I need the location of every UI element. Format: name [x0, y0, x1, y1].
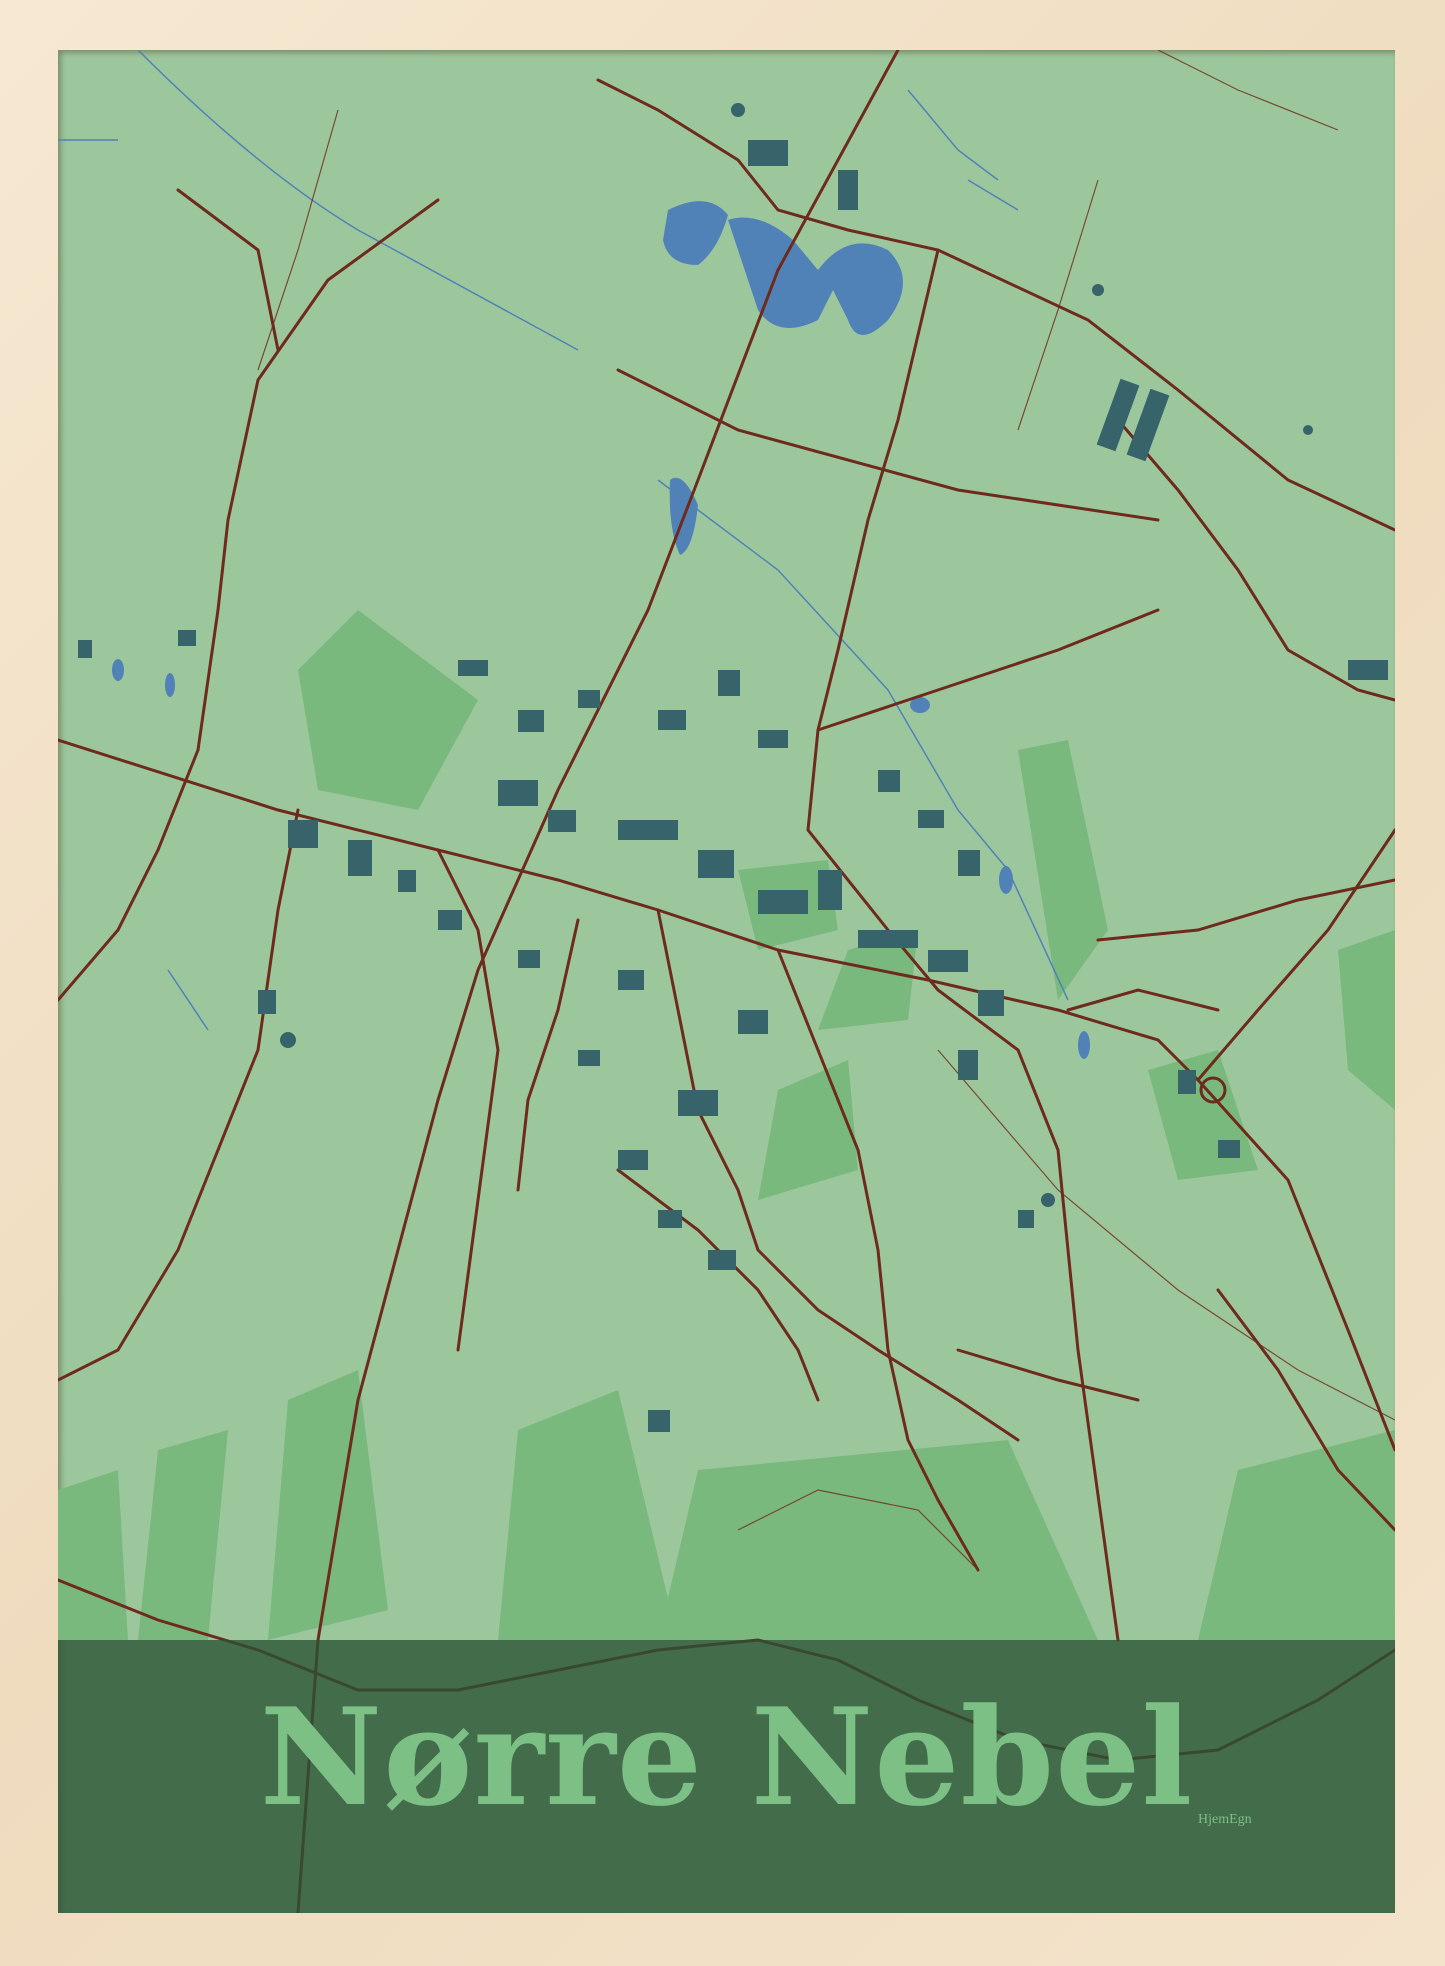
building [438, 910, 462, 930]
stream [907, 89, 999, 181]
poster-title: Nørre Nebel [259, 1678, 1194, 1836]
building [858, 930, 918, 948]
building [928, 950, 968, 972]
building [658, 1210, 682, 1228]
building [748, 140, 788, 166]
building [1178, 1070, 1196, 1094]
building [731, 103, 745, 117]
stream [657, 479, 1069, 1001]
building [398, 870, 416, 892]
building [258, 990, 276, 1014]
map-poster: Nørre Nebel HjemEgn [58, 50, 1395, 1913]
building [548, 810, 576, 832]
building [818, 870, 842, 910]
path [257, 109, 339, 371]
building [1303, 425, 1313, 435]
building [678, 1090, 718, 1116]
building [518, 950, 540, 968]
park-area [1018, 740, 1108, 1000]
wooden-frame: Nørre Nebel HjemEgn [0, 0, 1445, 1966]
building [738, 1010, 768, 1034]
road [596, 78, 1395, 532]
path [1157, 50, 1339, 131]
building [698, 850, 734, 878]
park-area [1198, 1430, 1395, 1640]
park-area [138, 1430, 228, 1640]
stream [967, 179, 1019, 211]
building [658, 710, 686, 730]
park-area [268, 1370, 388, 1640]
building [78, 640, 92, 658]
building [1041, 1193, 1055, 1207]
road [1116, 418, 1395, 702]
lake [663, 201, 728, 265]
building [498, 780, 538, 806]
park-area [1148, 1050, 1258, 1180]
building [348, 840, 372, 876]
park-area [758, 1060, 858, 1200]
road [1096, 878, 1395, 942]
building [578, 1050, 600, 1066]
building [978, 990, 1004, 1016]
building [1348, 660, 1388, 680]
pond [112, 659, 124, 681]
road [436, 50, 900, 1102]
water-bodies [112, 201, 1090, 1059]
building [578, 690, 600, 708]
road [616, 1168, 820, 1402]
building [288, 820, 318, 848]
road [176, 188, 280, 352]
road [616, 368, 1160, 522]
park-area [658, 1440, 1098, 1640]
park-areas [58, 610, 1395, 1640]
building [958, 850, 980, 876]
building [758, 730, 788, 748]
pond [999, 866, 1013, 894]
building [838, 170, 858, 210]
building [1092, 284, 1104, 296]
building [878, 770, 900, 792]
building [958, 1050, 978, 1080]
building [178, 630, 196, 646]
pond [165, 673, 175, 697]
road [956, 1348, 1140, 1402]
building [918, 810, 944, 828]
building [458, 660, 488, 676]
park-area [298, 610, 478, 810]
building [1218, 1140, 1240, 1158]
building [648, 1410, 670, 1432]
buildings [78, 103, 1388, 1432]
building [758, 890, 808, 914]
building [618, 820, 678, 840]
stream [167, 969, 209, 1031]
park-area [58, 1470, 128, 1640]
road [58, 748, 200, 1002]
map-canvas [58, 50, 1395, 1913]
building [708, 1250, 736, 1270]
pond [1078, 1031, 1090, 1059]
building [280, 1032, 296, 1048]
road [1066, 988, 1220, 1012]
stream [137, 50, 579, 351]
building [618, 1150, 648, 1170]
road [58, 808, 300, 1382]
park-area [1338, 930, 1395, 1110]
building [1018, 1210, 1034, 1228]
brand-mark: HjemEgn [1198, 1812, 1252, 1827]
building [718, 670, 740, 696]
building [518, 710, 544, 732]
building [618, 970, 644, 990]
